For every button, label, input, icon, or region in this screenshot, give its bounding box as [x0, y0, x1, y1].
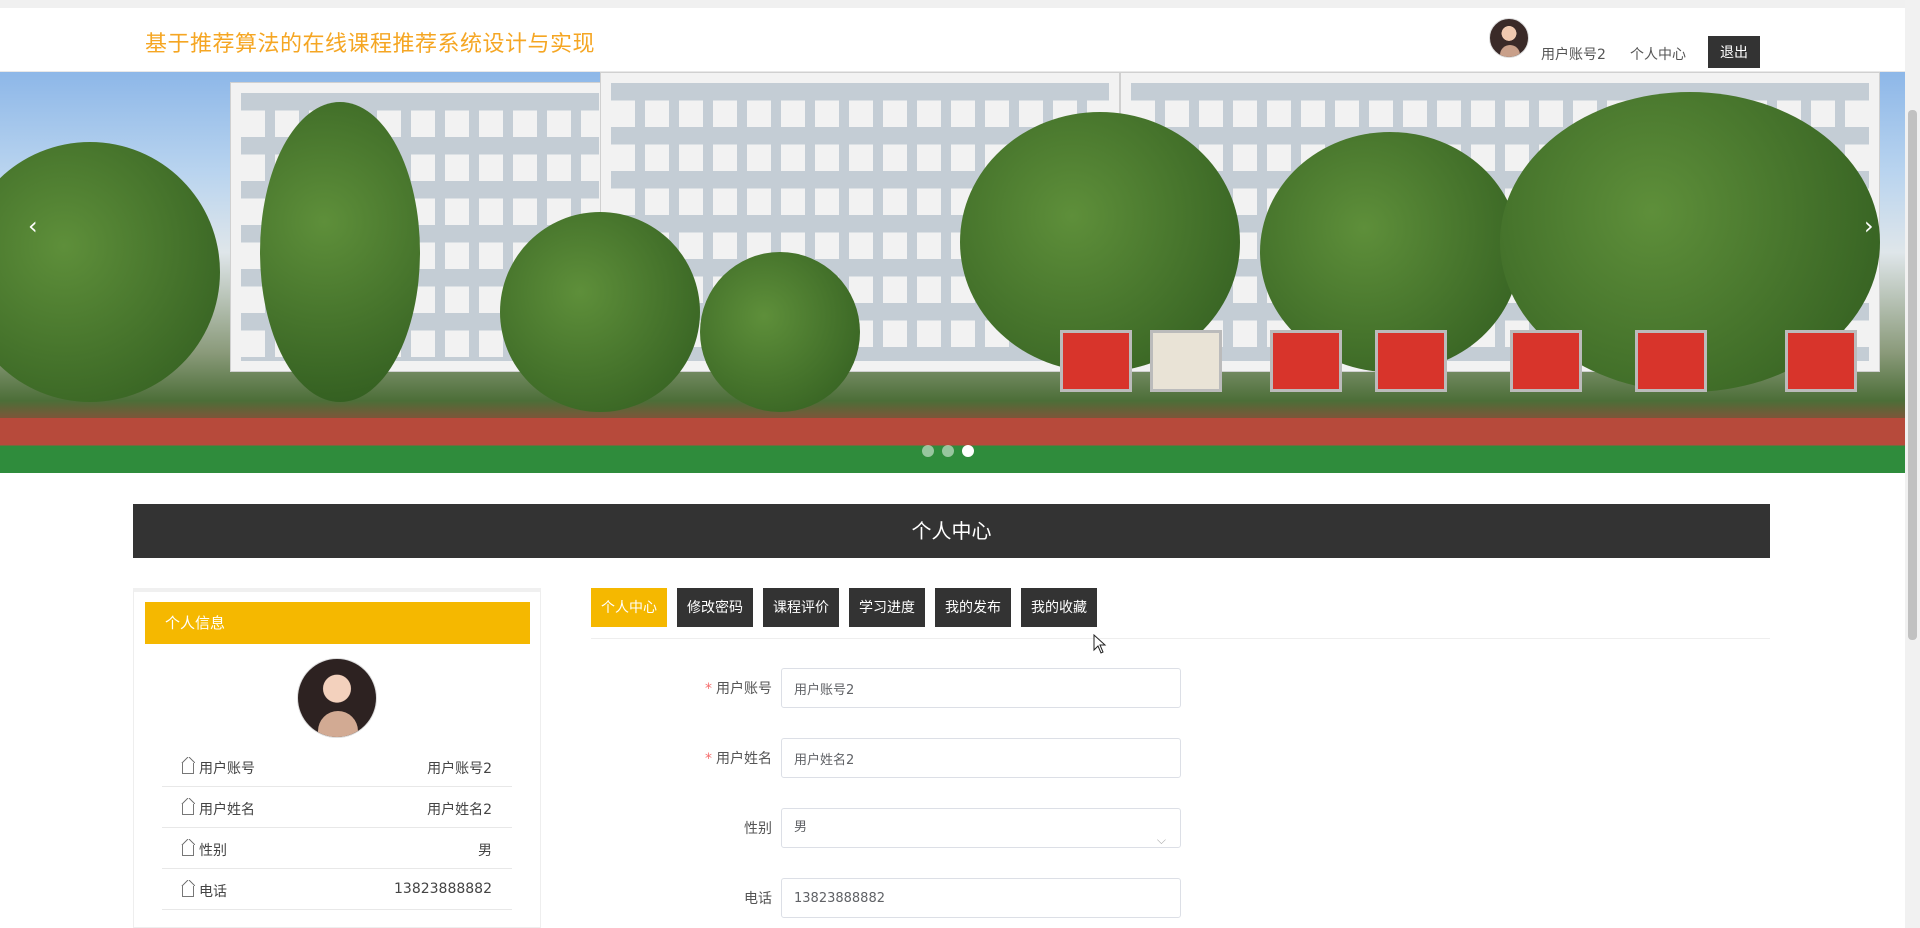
chevron-down-icon: ⌵	[1156, 833, 1166, 847]
form-row-phone: 电话	[660, 878, 1181, 918]
user-avatar[interactable]	[1489, 18, 1529, 58]
tab-divider	[591, 638, 1770, 639]
carousel-dot-1[interactable]	[922, 445, 934, 457]
required-mark: *	[705, 751, 712, 767]
top-navbar: 基于推荐算法的在线课程推荐系统设计与实现 用户账号2 个人中心 退出	[0, 0, 1905, 72]
carousel-indicators	[922, 445, 974, 457]
personal-center-link[interactable]: 个人中心	[1630, 44, 1686, 64]
notice-board	[1635, 330, 1707, 392]
tree	[260, 102, 420, 402]
notice-board	[1375, 330, 1447, 392]
logout-button[interactable]: 退出	[1708, 36, 1760, 68]
info-label: 用户姓名	[199, 802, 255, 818]
tree	[700, 252, 860, 412]
phone-label: 电话	[744, 891, 772, 907]
gender-label: 性别	[744, 821, 772, 837]
phone-input[interactable]	[781, 878, 1181, 918]
notice-board	[1150, 330, 1222, 392]
site-title[interactable]: 基于推荐算法的在线课程推荐系统设计与实现	[145, 26, 595, 58]
form-row-name: * 用户姓名	[660, 738, 1181, 778]
form-row-gender: 性别 男 ⌵	[660, 808, 1181, 848]
home-icon	[181, 798, 195, 815]
info-label: 性别	[199, 843, 227, 859]
required-mark: *	[705, 681, 712, 697]
info-row-gender: 性别 男	[162, 828, 512, 869]
tree	[500, 212, 700, 412]
notice-board	[1060, 330, 1132, 392]
notice-board	[1510, 330, 1582, 392]
account-input[interactable]	[781, 668, 1181, 708]
info-row-name: 用户姓名 用户姓名2	[162, 787, 512, 828]
banner-carousel: ‹ ›	[0, 72, 1905, 473]
carousel-dot-3[interactable]	[962, 445, 974, 457]
profile-panel: 个人信息 用户账号 用户账号2 用户姓名 用户姓名2 性别 男 电话 13823…	[133, 588, 541, 928]
carousel-prev-icon[interactable]: ‹	[28, 212, 38, 240]
name-input[interactable]	[781, 738, 1181, 778]
carousel-dot-2[interactable]	[942, 445, 954, 457]
profile-panel-heading: 个人信息	[145, 602, 530, 644]
home-icon	[181, 880, 195, 897]
account-label: 用户账号	[716, 681, 772, 697]
profile-tabs: 个人中心 修改密码 课程评价 学习进度 我的发布 我的收藏	[591, 588, 1097, 627]
tab-learning-progress[interactable]: 学习进度	[849, 588, 925, 627]
notice-board	[1270, 330, 1342, 392]
info-value: 用户账号2	[427, 761, 492, 777]
tab-personal-center[interactable]: 个人中心	[591, 588, 667, 627]
username-link[interactable]: 用户账号2	[1541, 44, 1606, 64]
tab-change-password[interactable]: 修改密码	[677, 588, 753, 627]
info-value: 13823888882	[394, 881, 492, 897]
section-title-bar: 个人中心	[133, 504, 1770, 558]
info-row-account: 用户账号 用户账号2	[162, 746, 512, 787]
tab-course-review[interactable]: 课程评价	[763, 588, 839, 627]
tab-my-favorites[interactable]: 我的收藏	[1021, 588, 1097, 627]
notice-board	[1785, 330, 1857, 392]
tab-my-posts[interactable]: 我的发布	[935, 588, 1011, 627]
gender-select-value: 男	[794, 820, 808, 835]
scrollbar-thumb[interactable]	[1908, 110, 1917, 640]
info-row-phone: 电话 13823888882	[162, 869, 512, 910]
form-row-account: * 用户账号	[660, 668, 1181, 708]
info-value: 男	[478, 843, 492, 859]
gender-select[interactable]: 男 ⌵	[781, 808, 1181, 848]
tree	[0, 142, 220, 402]
profile-avatar	[297, 658, 377, 738]
name-label: 用户姓名	[716, 751, 772, 767]
page-scrollbar[interactable]	[1905, 0, 1920, 928]
mouse-cursor-icon	[1093, 633, 1107, 654]
info-label: 电话	[199, 884, 227, 900]
home-icon	[181, 757, 195, 774]
info-value: 用户姓名2	[427, 802, 492, 818]
info-label: 用户账号	[199, 761, 255, 777]
carousel-next-icon[interactable]: ›	[1864, 212, 1874, 240]
home-icon	[181, 839, 195, 856]
